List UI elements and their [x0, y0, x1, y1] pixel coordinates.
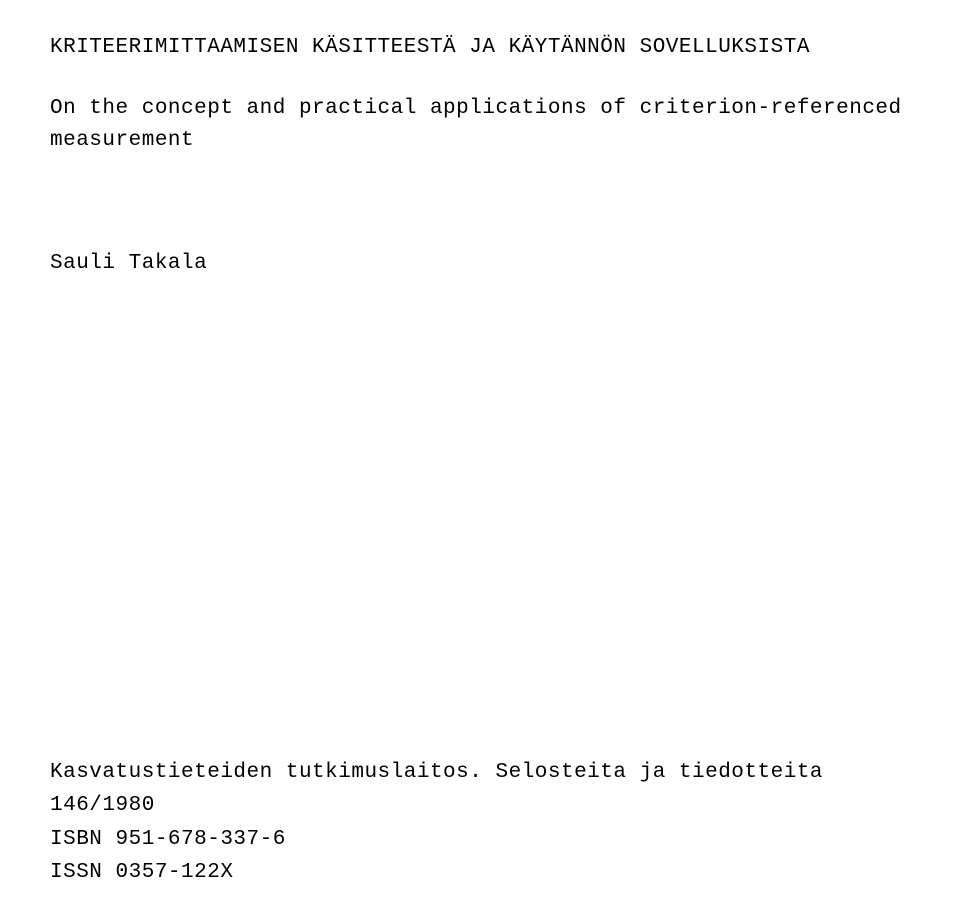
document-footer: Kasvatustieteiden tutkimuslaitos. Selost…: [50, 756, 910, 890]
issn-line: ISSN 0357-122X: [50, 856, 910, 890]
document-title: KRITEERIMITTAAMISEN KÄSITTEESTÄ JA KÄYTÄ…: [50, 32, 910, 65]
isbn-line: ISBN 951-678-337-6: [50, 823, 910, 857]
subtitle-line-2: measurement: [50, 125, 910, 158]
document-author: Sauli Takala: [50, 248, 910, 281]
document-subtitle: On the concept and practical application…: [50, 93, 910, 158]
subtitle-line-1: On the concept and practical application…: [50, 93, 910, 126]
publisher-line: Kasvatustieteiden tutkimuslaitos. Selost…: [50, 756, 910, 823]
